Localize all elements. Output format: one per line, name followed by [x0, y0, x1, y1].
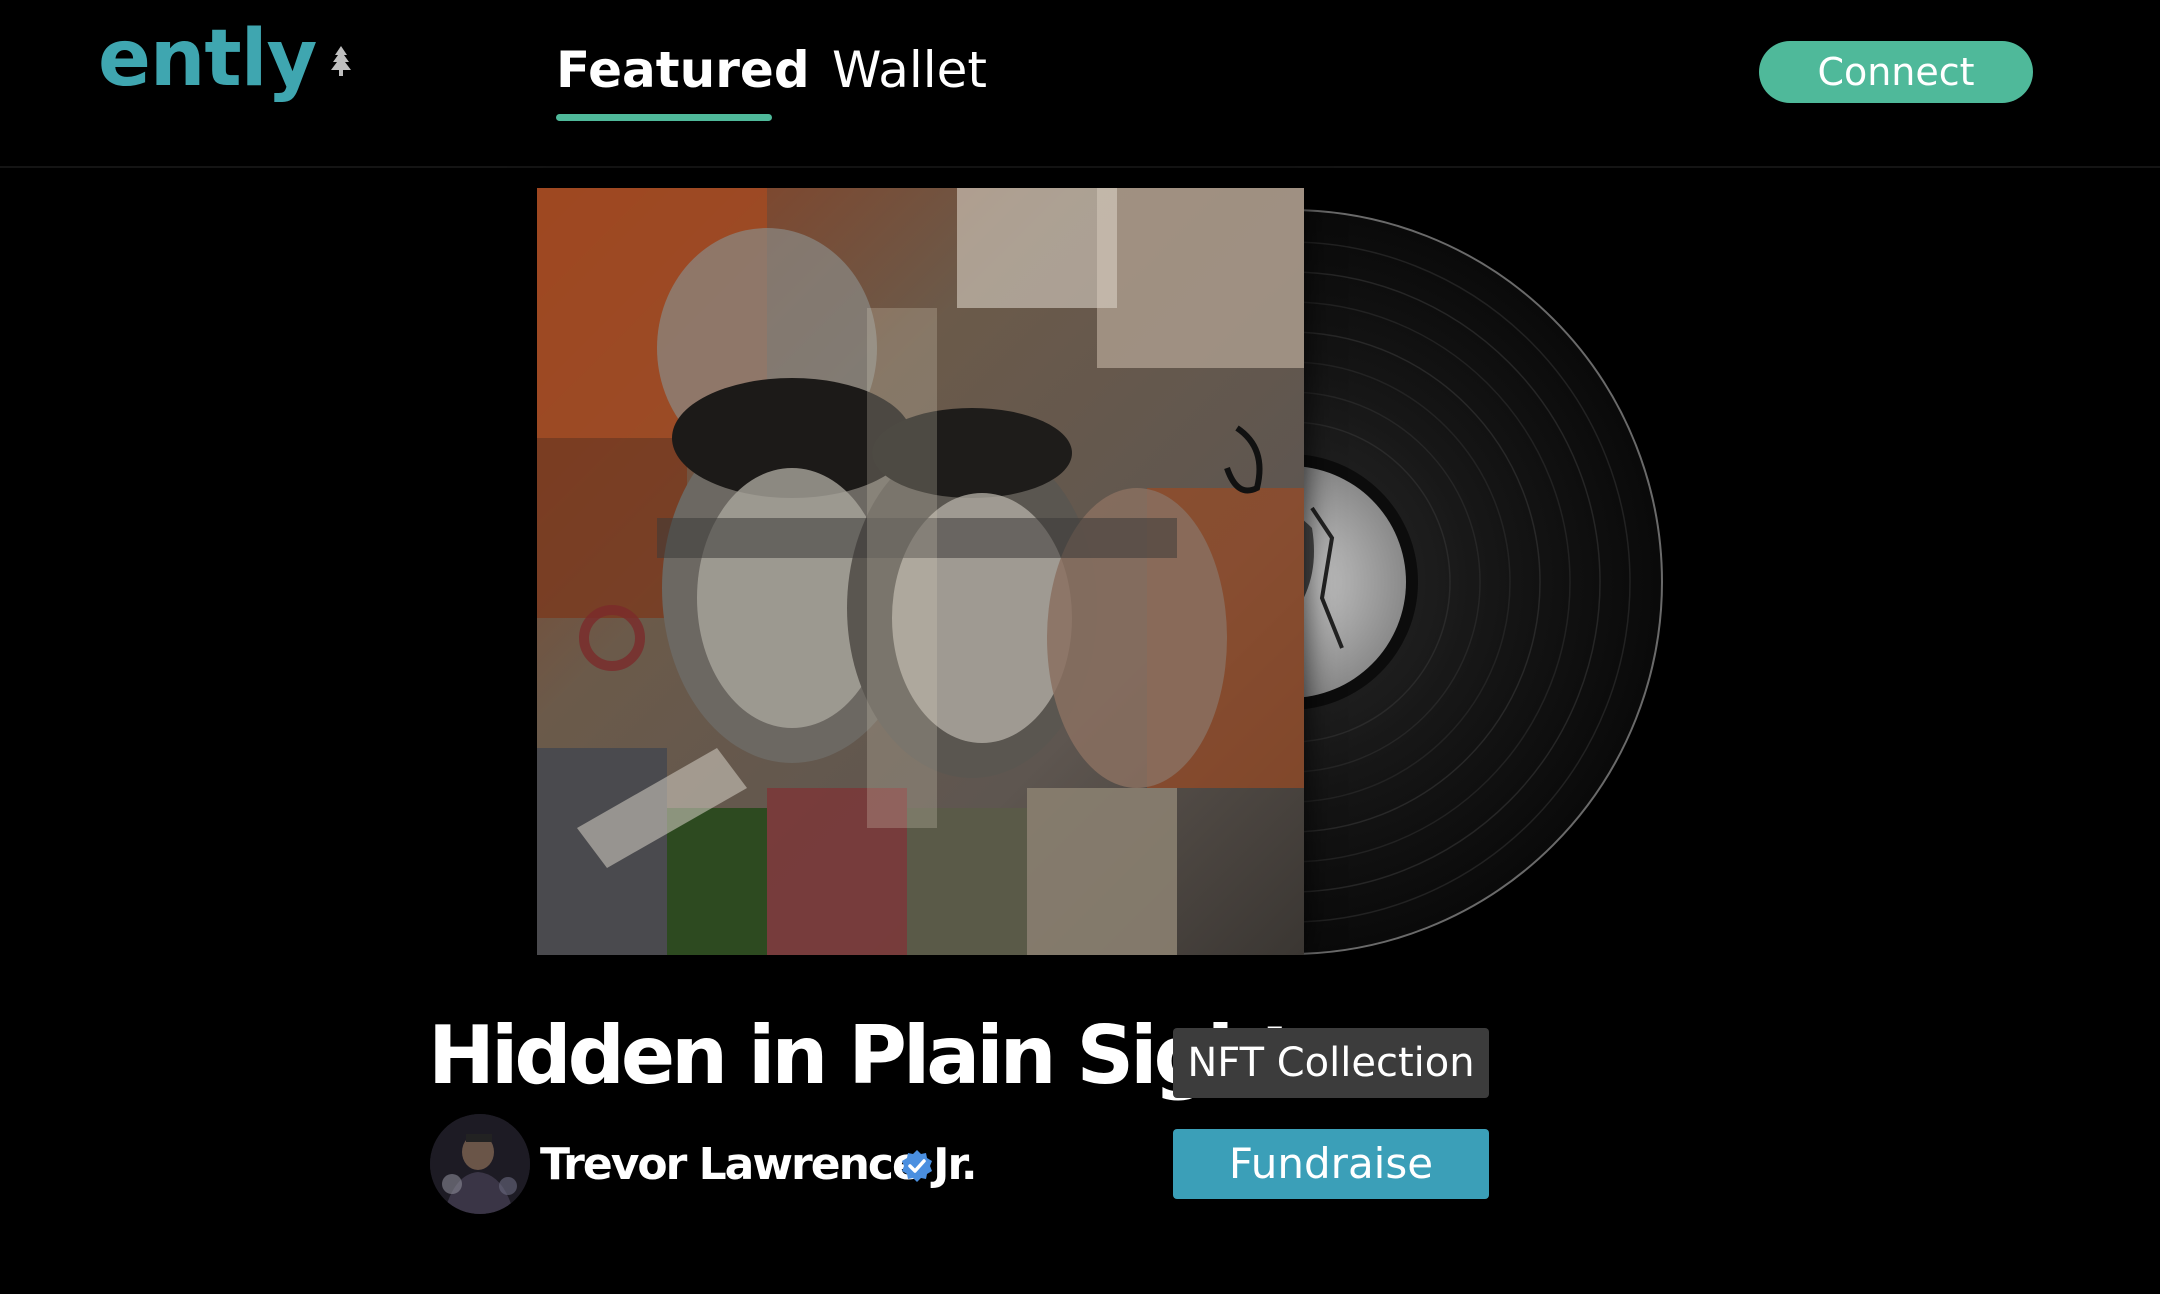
tree-icon — [330, 46, 352, 80]
tab-featured[interactable]: Featured — [556, 38, 810, 102]
artist-avatar[interactable] — [430, 1114, 530, 1214]
tab-wallet[interactable]: Wallet — [832, 38, 987, 102]
connect-button[interactable]: Connect — [1759, 41, 2033, 103]
active-tab-indicator — [556, 114, 772, 121]
ently-logo[interactable]: ently — [98, 20, 352, 98]
release-title: Hidden in Plain Sight — [428, 1009, 1298, 1102]
top-nav-bar: ently Featured Wallet Connect — [0, 0, 2160, 168]
fundraise-button[interactable]: Fundraise — [1173, 1129, 1489, 1199]
logo-text: ently — [98, 14, 317, 104]
verified-badge-icon — [900, 1149, 934, 1187]
page: ently Featured Wallet Connect Hidden in … — [0, 0, 2160, 1294]
album-cover-art[interactable] — [537, 188, 1304, 955]
collection-type-badge: NFT Collection — [1173, 1028, 1489, 1098]
